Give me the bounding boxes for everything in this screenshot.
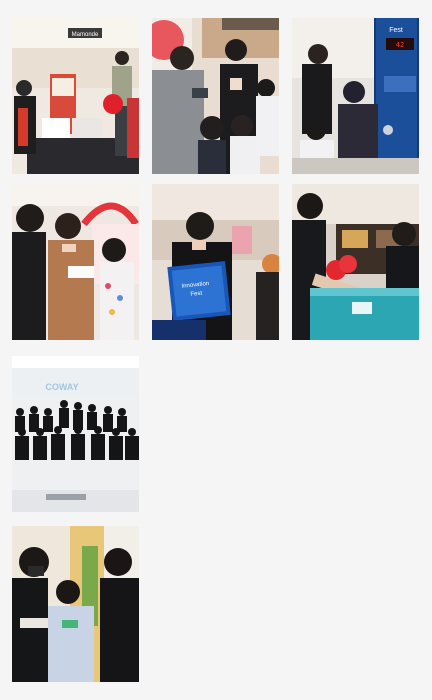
shop-sign-text: Mamonde: [72, 32, 99, 38]
counter-display: 42: [396, 41, 404, 49]
gallery-photo-5[interactable]: Innovation Fest: [152, 184, 279, 340]
gallery-photo-2[interactable]: [152, 18, 279, 174]
gallery-photo-6[interactable]: [292, 184, 419, 340]
gallery-photo-7[interactable]: COWAY: [12, 356, 139, 512]
brand-sign-text: COWAY: [45, 382, 78, 392]
gallery-photo-4[interactable]: [12, 184, 139, 340]
gallery-photo-1[interactable]: Mamonde: [12, 18, 139, 174]
gallery-photo-8[interactable]: [12, 526, 139, 682]
card-line-2: Fest: [190, 291, 203, 298]
banner-title-text: Fest: [389, 27, 403, 34]
gallery-photo-3[interactable]: Fest 42: [292, 18, 419, 174]
